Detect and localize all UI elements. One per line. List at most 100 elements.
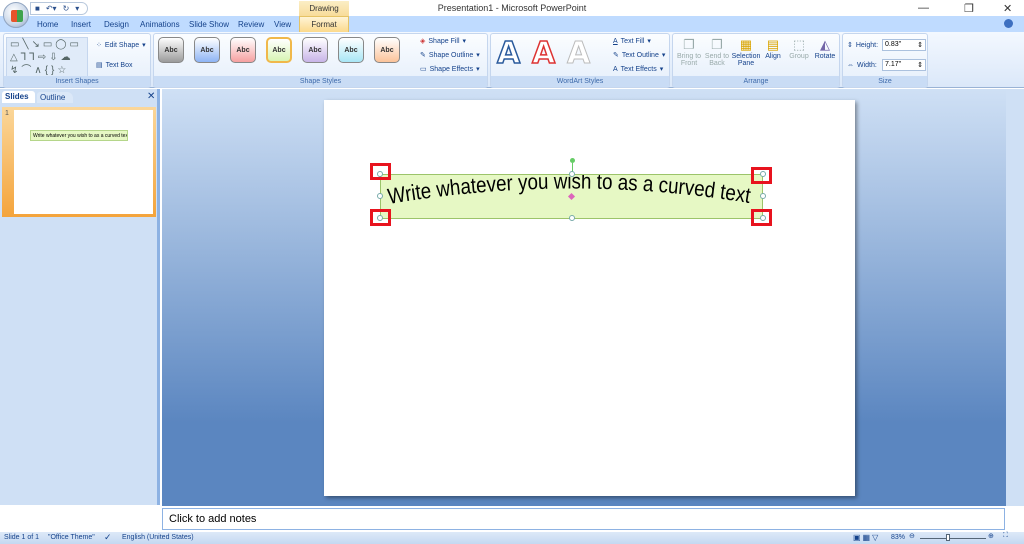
office-logo-icon bbox=[11, 10, 23, 22]
shape-style-swatch[interactable]: Abc bbox=[194, 37, 220, 63]
view-buttons[interactable]: ▣▦▽ bbox=[853, 533, 880, 542]
rotate-icon: ◭ bbox=[820, 37, 830, 52]
group-label: WordArt Styles bbox=[491, 76, 669, 87]
tab-format[interactable]: Format bbox=[299, 16, 349, 32]
width-icon: ⇔ bbox=[847, 62, 854, 69]
zoom-slider-thumb[interactable] bbox=[946, 534, 950, 541]
text-effects-icon: A bbox=[613, 65, 618, 73]
spinner-icon[interactable]: ⇕ bbox=[917, 41, 923, 49]
height-icon: ⇕ bbox=[847, 42, 853, 49]
highlight-box bbox=[751, 209, 772, 226]
height-input[interactable]: 0.83" ⇕ bbox=[882, 39, 926, 51]
language[interactable]: English (United States) bbox=[122, 534, 194, 541]
shape-style-swatch[interactable]: Abc bbox=[374, 37, 400, 63]
tab-insert[interactable]: Insert bbox=[71, 20, 91, 29]
zoom-level[interactable]: 83% bbox=[891, 534, 905, 541]
shape-style-swatch[interactable]: Abc bbox=[338, 37, 364, 63]
tab-slide-show[interactable]: Slide Show bbox=[189, 20, 229, 29]
selection-pane-button[interactable]: ▦ Selection Pane bbox=[731, 37, 761, 67]
bring-to-front-icon: ❐ bbox=[683, 37, 695, 52]
tab-outline[interactable]: Outline bbox=[37, 92, 73, 103]
edit-shape-button[interactable]: ⁘ Edit Shape ▾ bbox=[96, 41, 146, 50]
text-box-icon: ▤ bbox=[96, 62, 103, 69]
tab-home[interactable]: Home bbox=[37, 20, 58, 29]
window-title: Presentation1 - Microsoft PowerPoint bbox=[437, 3, 587, 13]
spinner-icon[interactable]: ⇕ bbox=[917, 61, 923, 69]
close-pane-icon[interactable]: ✕ bbox=[147, 91, 155, 102]
wordart-style-red[interactable]: A bbox=[531, 35, 556, 72]
shape-style-swatch[interactable]: Abc bbox=[302, 37, 328, 63]
group-label: Insert Shapes bbox=[4, 76, 150, 87]
align-button[interactable]: ▤ Align bbox=[761, 37, 785, 60]
shape-outline-button[interactable]: ✎ Shape Outline ▾ bbox=[420, 51, 480, 60]
rotate-button[interactable]: ◭ Rotate bbox=[812, 37, 838, 60]
shapes-gallery[interactable]: ▭╲↘▭◯▭ △⅂⅂⇨⇩☁ ↯⌒∧{}☆ bbox=[6, 37, 88, 77]
shape-effects-button[interactable]: ▭ Shape Effects ▾ bbox=[420, 65, 480, 74]
restore-button[interactable]: ❐ bbox=[964, 2, 974, 15]
shape-style-swatch[interactable]: Abc bbox=[266, 37, 292, 63]
slide-number: 1 bbox=[5, 110, 9, 117]
shape-style-swatch[interactable]: Abc bbox=[158, 37, 184, 63]
group-button[interactable]: ⬚ Group bbox=[786, 37, 812, 60]
group-label: Shape Styles bbox=[154, 76, 487, 87]
insert-shapes-group: ▭╲↘▭◯▭ △⅂⅂⇨⇩☁ ↯⌒∧{}☆ ⁘ Edit Shape ▾ ▤ Text Bo… bbox=[3, 33, 151, 88]
zoom-in-icon[interactable]: ⊕ bbox=[988, 532, 994, 540]
slide-canvas[interactable] bbox=[324, 100, 855, 496]
send-to-back-button[interactable]: ❐ Send to Back bbox=[703, 37, 731, 67]
group-label: Size bbox=[843, 76, 927, 87]
highlight-box bbox=[370, 163, 391, 180]
text-effects-button[interactable]: A Text Effects ▾ bbox=[613, 65, 663, 74]
slides-pane: Slides Outline ✕ 1 Write whatever you wi… bbox=[0, 89, 160, 505]
selection-pane-icon: ▦ bbox=[739, 37, 753, 52]
text-fill-icon: A bbox=[613, 37, 618, 45]
zoom-out-icon[interactable]: ⊖ bbox=[909, 532, 915, 540]
close-button[interactable]: ✕ bbox=[1003, 2, 1012, 15]
drawing-tools-label: Drawing Tools bbox=[299, 1, 349, 28]
zoom-slider[interactable] bbox=[920, 538, 986, 539]
shape-styles-group: Abc Abc Abc Abc Abc Abc Abc ◈ Shape Fill ▾ ✎ Shap… bbox=[153, 33, 488, 88]
notes-input[interactable]: Click to add notes bbox=[162, 508, 1005, 530]
wordart-style-white[interactable]: A bbox=[566, 36, 590, 72]
resize-handle[interactable] bbox=[569, 171, 575, 177]
tab-review[interactable]: Review bbox=[238, 20, 264, 29]
theme-name: "Office Theme" bbox=[48, 534, 95, 541]
minimize-button[interactable]: — bbox=[918, 2, 929, 14]
text-fill-button[interactable]: A Text Fill ▾ bbox=[613, 37, 651, 46]
highlight-box bbox=[751, 167, 772, 184]
width-input[interactable]: 7.17" ⇕ bbox=[882, 59, 926, 71]
resize-handle[interactable] bbox=[377, 193, 383, 199]
spell-check-icon[interactable]: ✓ bbox=[104, 532, 112, 543]
status-bar: Slide 1 of 1 "Office Theme" ✓ English (U… bbox=[0, 532, 1024, 544]
pen-icon: ✎ bbox=[420, 52, 426, 59]
resize-handle[interactable] bbox=[569, 215, 575, 221]
tab-animations[interactable]: Animations bbox=[140, 20, 180, 29]
bring-to-front-button[interactable]: ❐ Bring to Front bbox=[675, 37, 703, 67]
text-box-button[interactable]: ▤ Text Box bbox=[96, 61, 132, 70]
help-icon[interactable] bbox=[1004, 19, 1013, 28]
text-outline-button[interactable]: ✎ Text Outline ▾ bbox=[613, 51, 665, 60]
slide-indicator: Slide 1 of 1 bbox=[4, 534, 40, 541]
size-group: ⇕ Height: 0.83" ⇕ ⇔ Width: 7.17" ⇕ Size bbox=[842, 33, 928, 88]
shape-fill-button[interactable]: ◈ Shape Fill ▾ bbox=[420, 37, 466, 46]
slide-thumbnail-selected[interactable]: 1 Write whatever you wish to as a curved… bbox=[2, 107, 156, 217]
align-icon: ▤ bbox=[766, 37, 780, 52]
thumbnail-text: Write whatever you wish to as a curved t… bbox=[30, 130, 128, 141]
group-icon: ⬚ bbox=[792, 37, 806, 52]
resize-handle[interactable] bbox=[760, 193, 766, 199]
arrange-group: ❐ Bring to Front ❐ Send to Back ▦ Selection Pa… bbox=[672, 33, 840, 88]
send-to-back-icon: ❐ bbox=[711, 37, 723, 52]
wordart-styles-group: A A A A Text Fill ▾ ✎ Text Outline ▾ A Text E… bbox=[490, 33, 670, 88]
shape-style-swatch[interactable]: Abc bbox=[230, 37, 256, 63]
tab-slides[interactable]: Slides bbox=[2, 91, 35, 103]
fit-to-window-icon[interactable]: ⛶ bbox=[1003, 532, 1008, 540]
wordart-style-blue[interactable]: A bbox=[496, 35, 521, 72]
edit-shape-icon: ⁘ bbox=[96, 42, 102, 49]
highlight-box bbox=[370, 209, 391, 226]
text-outline-icon: ✎ bbox=[613, 52, 619, 59]
tab-view[interactable]: View bbox=[274, 20, 291, 29]
vertical-scrollbar[interactable] bbox=[1006, 89, 1024, 506]
office-button[interactable] bbox=[3, 2, 29, 28]
slide-thumbnail: Write whatever you wish to as a curved t… bbox=[14, 110, 153, 214]
svg-text:Write whatever you wish to as: Write whatever you wish to as a curved t… bbox=[386, 175, 753, 209]
tab-design[interactable]: Design bbox=[104, 20, 129, 29]
